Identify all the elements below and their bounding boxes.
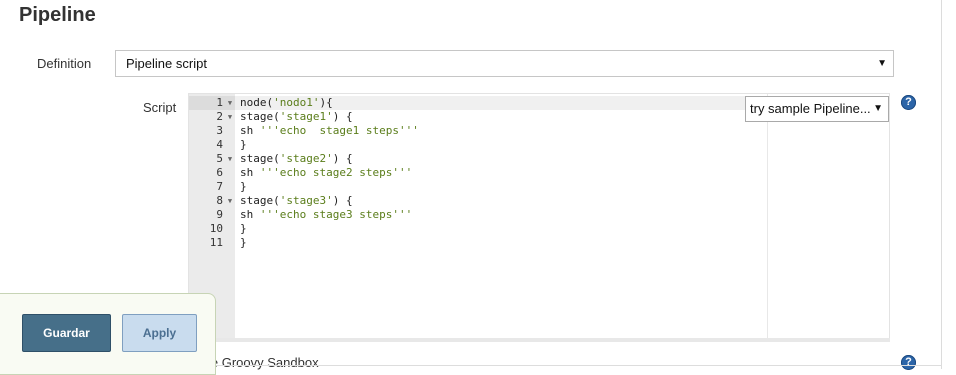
sample-pipeline-select-value: try sample Pipeline...	[750, 101, 871, 116]
code-token: sh	[240, 166, 260, 179]
panel-right-border	[941, 0, 942, 369]
code-token: stage(	[240, 110, 280, 123]
chevron-down-icon: ▼	[873, 103, 883, 114]
code-token: ){	[319, 96, 333, 109]
script-editor[interactable]: 1 ▼ node('nodo1'){2 ▼ stage('stage1') {3 sh '…	[188, 93, 890, 339]
code-string: 'stage1'	[279, 110, 333, 123]
line-number: 3	[216, 124, 223, 137]
code-text: }	[240, 236, 247, 250]
line-number: 11	[209, 236, 223, 249]
code-line[interactable]: 6 sh '''echo stage2 steps'''	[189, 166, 889, 180]
code-line[interactable]: 7}	[189, 180, 889, 194]
fold-arrow-icon[interactable]: ▼	[226, 96, 234, 110]
code-token: }	[240, 180, 247, 193]
line-number: 5	[216, 152, 223, 165]
apply-button[interactable]: Apply	[122, 314, 197, 352]
code-line[interactable]: 5 ▼ stage('stage2') {	[189, 152, 889, 166]
help-icon[interactable]: ?	[901, 95, 916, 110]
code-string: '''echo stage3 steps'''	[259, 208, 413, 221]
definition-select-value: Pipeline script	[126, 56, 207, 71]
fold-arrow-icon[interactable]: ▼	[226, 110, 234, 124]
line-number: 9	[216, 208, 223, 221]
code-text: stage('stage2') {	[240, 152, 353, 166]
line-number: 10	[209, 222, 223, 235]
code-token: ) {	[332, 194, 353, 207]
code-token: stage(	[240, 194, 280, 207]
save-button[interactable]: Guardar	[22, 314, 111, 352]
code-string: 'stage2'	[279, 152, 333, 165]
code-line[interactable]: 9 sh '''echo stage3 steps'''	[189, 208, 889, 222]
code-string: '''echo stage2 steps'''	[259, 166, 413, 179]
fold-arrow-icon[interactable]: ▼	[226, 152, 234, 166]
code-string: 'stage3'	[279, 194, 333, 207]
code-token: stage(	[240, 152, 280, 165]
definition-select[interactable]: Pipeline script ▼	[115, 50, 894, 77]
editor-resize-bar[interactable]	[188, 338, 890, 342]
code-token: ) {	[332, 110, 353, 123]
line-number: 1	[216, 96, 223, 109]
chevron-down-icon: ▼	[877, 58, 887, 69]
code-token: }	[240, 222, 247, 235]
code-text: stage('stage3') {	[240, 194, 353, 208]
definition-label: Definition	[37, 56, 92, 71]
code-line[interactable]: 4}	[189, 138, 889, 152]
code-line[interactable]: 11}	[189, 236, 889, 250]
line-number: 6	[216, 166, 223, 179]
code-token: ) {	[332, 152, 353, 165]
code-text: }	[240, 138, 247, 152]
fold-arrow-icon[interactable]: ▼	[226, 194, 234, 208]
line-number: 7	[216, 180, 223, 193]
code-string: 'nodo1'	[273, 96, 320, 109]
code-text: }	[240, 222, 247, 236]
help-icon[interactable]: ?	[901, 355, 916, 370]
code-text: }	[240, 180, 247, 194]
code-token: }	[240, 138, 247, 151]
section-title: Pipeline	[19, 4, 96, 26]
line-number: 8	[216, 194, 223, 207]
code-token: node(	[240, 96, 274, 109]
code-text: sh '''echo stage3 steps'''	[240, 208, 412, 222]
code-string: '''echo stage1 steps'''	[259, 124, 419, 137]
code-text: sh '''echo stage1 steps'''	[240, 124, 419, 138]
script-label: Script	[143, 100, 177, 115]
code-line[interactable]: 10}	[189, 222, 889, 236]
code-line[interactable]: 3 sh '''echo stage1 steps'''	[189, 124, 889, 138]
code-token: }	[240, 236, 247, 249]
line-number: 4	[216, 138, 223, 151]
code-token: sh	[240, 124, 260, 137]
code-text: stage('stage1') {	[240, 110, 353, 124]
code-text: node('nodo1'){	[240, 96, 333, 110]
sample-pipeline-select[interactable]: try sample Pipeline... ▼	[745, 96, 889, 122]
code-line[interactable]: 8 ▼ stage('stage3') {	[189, 194, 889, 208]
code-text: sh '''echo stage2 steps'''	[240, 166, 412, 180]
line-number: 2	[216, 110, 223, 123]
code-token: sh	[240, 208, 260, 221]
